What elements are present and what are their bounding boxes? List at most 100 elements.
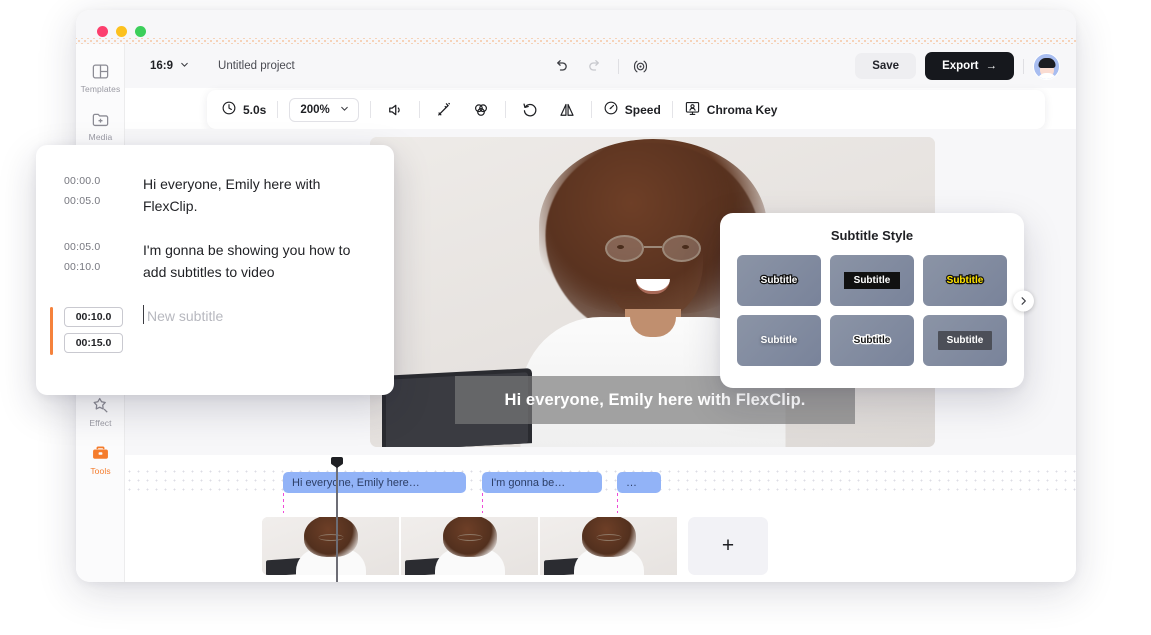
templates-icon xyxy=(91,62,110,81)
chroma-key-button[interactable]: Chroma Key xyxy=(684,100,777,120)
divider xyxy=(369,101,371,118)
preview-button[interactable] xyxy=(628,53,654,79)
new-subtitle-input[interactable]: New subtitle xyxy=(143,305,223,325)
sidebar-item-templates[interactable]: Templates xyxy=(76,54,125,102)
aspect-ratio-select[interactable]: 16:9 xyxy=(150,59,190,73)
sidebar-label-templates: Templates xyxy=(80,84,121,94)
timeline-subtitle-chip[interactable]: I'm gonna be… xyxy=(482,472,602,493)
zoom-select[interactable]: 200% xyxy=(289,97,359,122)
subtitle-time-group: 00:00.0 00:05.0 xyxy=(64,173,123,217)
subtitle-start-time[interactable]: 00:05.0 xyxy=(64,241,123,253)
chevron-down-icon xyxy=(339,103,350,117)
subtitle-time-group: 00:10.0 00:15.0 xyxy=(64,305,123,354)
divider xyxy=(418,101,420,118)
divider xyxy=(277,101,279,118)
playhead[interactable] xyxy=(331,457,343,582)
subtitle-list-item[interactable]: 00:05.0 00:10.0 I'm gonna be showing you… xyxy=(64,239,372,283)
divider xyxy=(504,101,506,118)
subtitle-start-time-input[interactable]: 00:10.0 xyxy=(64,307,123,328)
adjust-button[interactable] xyxy=(431,97,457,123)
filter-button[interactable] xyxy=(468,97,494,123)
window-close-button[interactable] xyxy=(97,26,108,37)
redo-button[interactable] xyxy=(583,53,609,79)
subtitle-marker-tick xyxy=(482,493,484,513)
avatar[interactable] xyxy=(1033,52,1060,80)
effect-star-icon xyxy=(91,396,110,415)
subtitle-style-panel: Subtitle Style Subtitle Subtitle Subtitl… xyxy=(720,213,1034,388)
subtitle-end-time[interactable]: 00:05.0 xyxy=(64,195,123,207)
chroma-key-icon xyxy=(684,100,701,120)
subtitle-list-item[interactable]: 00:00.0 00:05.0 Hi everyone, Emily here … xyxy=(64,173,372,217)
toolbox-icon xyxy=(91,444,110,463)
flip-button[interactable] xyxy=(554,97,580,123)
subtitle-marker-tick xyxy=(617,493,619,513)
subtitle-style-grid: Subtitle Subtitle Subtitle Subtitle Subt… xyxy=(737,255,1007,366)
divider xyxy=(1023,58,1024,74)
aspect-ratio-value: 16:9 xyxy=(150,60,174,72)
speed-button[interactable]: Speed xyxy=(603,100,661,119)
sidebar-item-media[interactable]: Media xyxy=(76,102,125,150)
duration-control[interactable]: 5.0s xyxy=(221,100,266,119)
subtitle-track[interactable]: Hi everyone, Emily here… I'm gonna be… … xyxy=(125,467,1076,497)
timeline-subtitle-chip[interactable]: … xyxy=(617,472,661,493)
style-option-grey-box[interactable]: Subtitle xyxy=(923,315,1007,366)
divider xyxy=(590,101,592,118)
subtitle-end-time[interactable]: 00:10.0 xyxy=(64,261,123,273)
preview-eye-right xyxy=(681,245,689,249)
avatar-body xyxy=(1036,72,1057,79)
style-option-outline-black[interactable]: Subtitle xyxy=(737,255,821,306)
window-maximize-button[interactable] xyxy=(135,26,146,37)
sidebar-item-effect[interactable]: Effect xyxy=(76,388,125,436)
style-option-white-outline[interactable]: Subtitle xyxy=(830,315,914,366)
zoom-value: 200% xyxy=(300,103,330,116)
timeline-subtitle-chip[interactable]: Hi everyone, Emily here… xyxy=(283,472,466,493)
avatar-hair xyxy=(1038,57,1055,68)
top-toolbar: 16:9 Untitled project Save Export → xyxy=(125,44,1076,88)
export-button[interactable]: Export → xyxy=(925,52,1014,80)
style-preview-label: Subtitle xyxy=(852,334,891,348)
preview-eye-left xyxy=(616,245,624,249)
sidebar-item-tools[interactable]: Tools xyxy=(76,436,125,484)
speed-label: Speed xyxy=(624,102,661,117)
style-preview-label: Subtitle xyxy=(760,335,798,346)
subtitle-list-panel: 00:00.0 00:05.0 Hi everyone, Emily here … xyxy=(36,145,394,395)
clip-thumbnail[interactable] xyxy=(262,517,399,575)
style-preview-label: Subtitle xyxy=(945,274,984,287)
timeline: Hi everyone, Emily here… I'm gonna be… …… xyxy=(125,455,1076,582)
style-preview-label: Subtitle xyxy=(937,331,993,350)
history-controls xyxy=(548,53,654,79)
arrow-right-icon: → xyxy=(985,60,998,72)
chevron-right-icon[interactable] xyxy=(1013,290,1034,311)
subtitle-style-title: Subtitle Style xyxy=(830,228,914,243)
add-clip-button[interactable]: + xyxy=(688,517,768,575)
clip-thumbnail[interactable] xyxy=(401,517,538,575)
style-preview-label: Subtitle xyxy=(759,274,798,287)
media-folder-icon xyxy=(91,110,110,129)
subtitle-text[interactable]: Hi everyone, Emily here with FlexClip. xyxy=(143,173,372,217)
style-preview-label: Subtitle xyxy=(843,272,901,289)
undo-button[interactable] xyxy=(548,53,574,79)
save-button[interactable]: Save xyxy=(855,53,917,79)
rotate-button[interactable] xyxy=(517,97,543,123)
clip-toolbar: 5.0s 200% Speed Chroma Key xyxy=(207,90,1045,129)
sidebar-label-tools: Tools xyxy=(90,466,111,476)
subtitle-time-group: 00:05.0 00:10.0 xyxy=(64,239,123,283)
chevron-down-icon xyxy=(179,59,190,73)
style-option-black-box[interactable]: Subtitle xyxy=(830,255,914,306)
style-option-yellow-outline[interactable]: Subtitle xyxy=(923,255,1007,306)
project-title[interactable]: Untitled project xyxy=(218,60,295,72)
clip-thumbnail[interactable] xyxy=(540,517,677,575)
clock-icon xyxy=(221,100,237,119)
subtitle-list-item-active[interactable]: 00:10.0 00:15.0 New subtitle xyxy=(50,305,372,356)
subtitle-end-time-input[interactable]: 00:15.0 xyxy=(64,333,123,354)
window-titlebar xyxy=(76,10,1076,44)
style-option-plain-white[interactable]: Subtitle xyxy=(737,315,821,366)
sidebar-label-effect: Effect xyxy=(89,418,112,428)
subtitle-start-time[interactable]: 00:00.0 xyxy=(64,175,123,187)
divider xyxy=(671,101,673,118)
subtitle-text[interactable]: I'm gonna be showing you how to add subt… xyxy=(143,239,372,283)
sidebar-label-media: Media xyxy=(88,132,113,142)
volume-button[interactable] xyxy=(382,97,408,123)
divider xyxy=(617,58,619,74)
window-minimize-button[interactable] xyxy=(116,26,127,37)
